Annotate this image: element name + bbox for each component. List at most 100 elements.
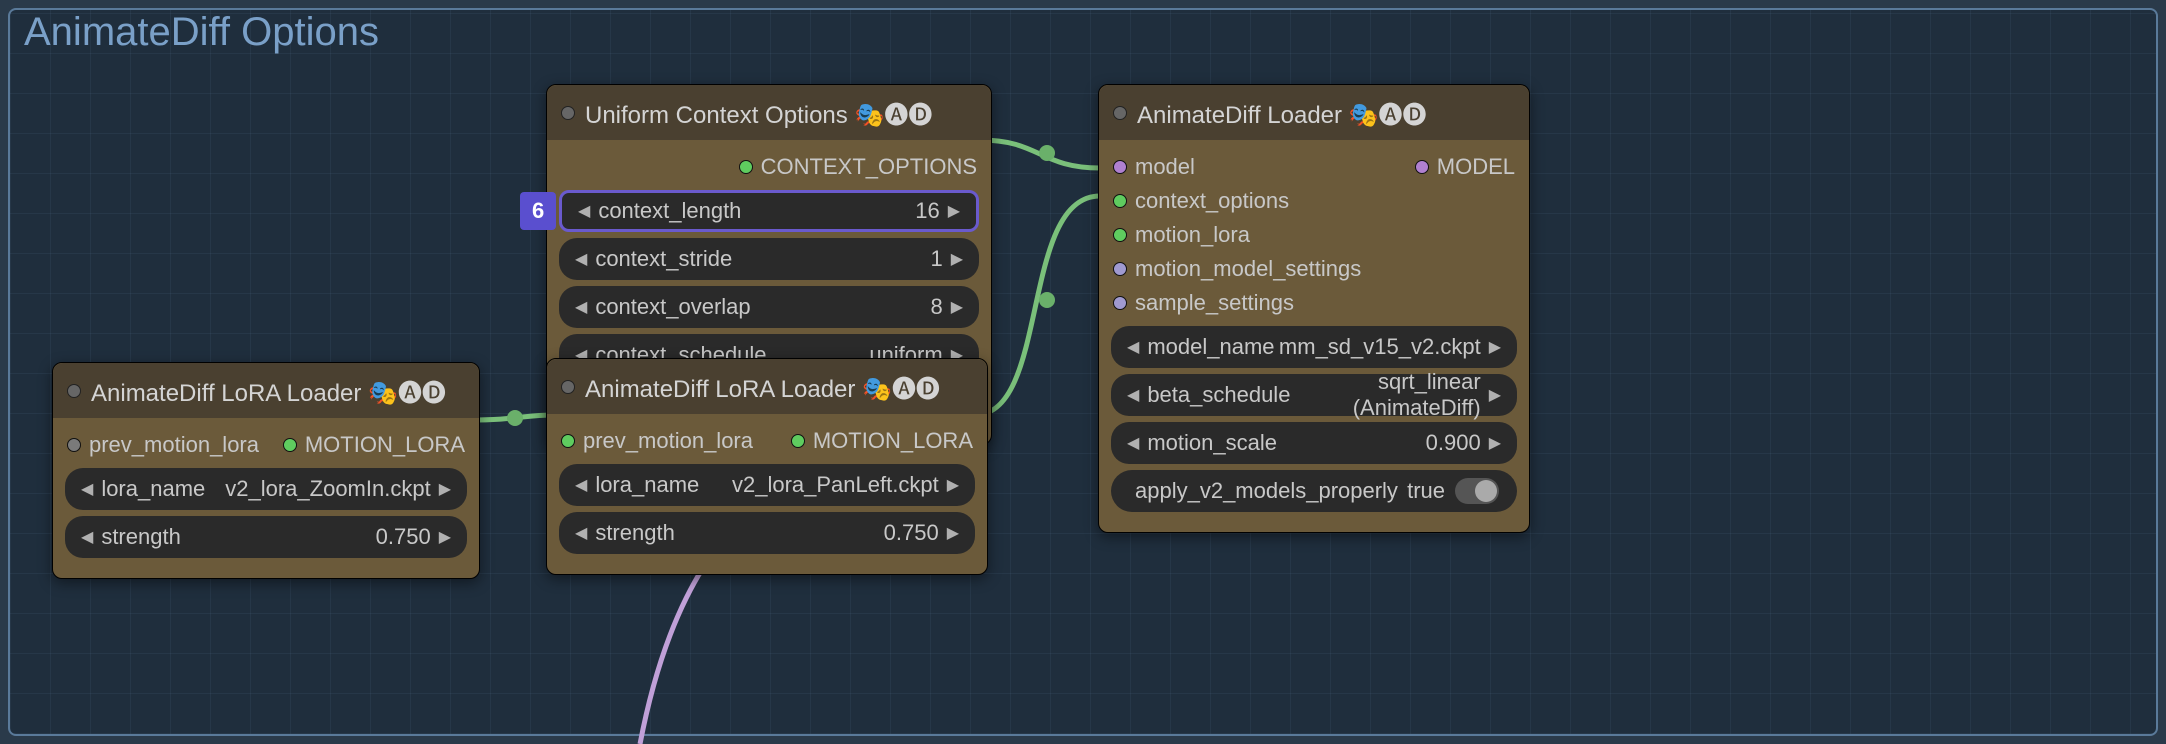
node-lora-loader-1[interactable]: AnimateDiff LoRA Loader 🎭🅐🅓 prev_motion_…: [52, 362, 480, 579]
decrement-icon[interactable]: ◀: [79, 527, 95, 547]
input-label: model: [1135, 154, 1195, 180]
input-motion-lora[interactable]: motion_lora: [1113, 222, 1250, 248]
widget-label: apply_v2_models_properly: [1135, 478, 1398, 504]
widget-strength[interactable]: ◀ strength 0.750 ▶: [559, 512, 975, 554]
port-dot-icon[interactable]: [1113, 194, 1127, 208]
decrement-icon[interactable]: ◀: [1125, 385, 1141, 405]
port-dot-icon[interactable]: [1415, 160, 1429, 174]
input-prev-motion-lora[interactable]: prev_motion_lora: [561, 428, 753, 454]
output-label: MOTION_LORA: [305, 432, 465, 458]
increment-icon[interactable]: ▶: [945, 475, 961, 495]
node-body: prev_motion_lora MOTION_LORA ◀ lora_name…: [547, 414, 987, 574]
node-title: AnimateDiff LoRA Loader 🎭🅐🅓: [91, 373, 465, 408]
increment-icon[interactable]: ▶: [946, 201, 962, 221]
output-label: MOTION_LORA: [813, 428, 973, 454]
widget-motion-scale[interactable]: ◀ motion_scale 0.900 ▶: [1111, 422, 1517, 464]
node-header[interactable]: Uniform Context Options 🎭🅐🅓: [547, 85, 991, 140]
widget-label: motion_scale: [1147, 430, 1425, 456]
node-header[interactable]: AnimateDiff LoRA Loader 🎭🅐🅓: [547, 359, 987, 414]
collapse-dot-icon[interactable]: [67, 384, 81, 398]
output-motion-lora[interactable]: MOTION_LORA: [791, 428, 973, 454]
widget-value[interactable]: 8: [930, 294, 942, 320]
decrement-icon[interactable]: ◀: [573, 249, 589, 269]
decrement-icon[interactable]: ◀: [576, 201, 592, 221]
node-header[interactable]: AnimateDiff Loader 🎭🅐🅓: [1099, 85, 1529, 140]
node-animatediff-loader[interactable]: AnimateDiff Loader 🎭🅐🅓 model MODEL conte…: [1098, 84, 1530, 533]
widget-value[interactable]: v2_lora_PanLeft.ckpt: [732, 472, 939, 498]
port-dot-icon[interactable]: [561, 434, 575, 448]
output-model[interactable]: MODEL: [1415, 154, 1515, 180]
input-label: context_options: [1135, 188, 1289, 214]
increment-icon[interactable]: ▶: [1487, 385, 1503, 405]
output-label: MODEL: [1437, 154, 1515, 180]
collapse-dot-icon[interactable]: [561, 380, 575, 394]
node-title: AnimateDiff Loader 🎭🅐🅓: [1137, 95, 1515, 130]
input-label: motion_lora: [1135, 222, 1250, 248]
port-dot-icon[interactable]: [283, 438, 297, 452]
port-dot-icon[interactable]: [1113, 262, 1127, 276]
widget-value[interactable]: v2_lora_ZoomIn.ckpt: [225, 476, 430, 502]
port-dot-icon[interactable]: [1113, 228, 1127, 242]
widget-label: lora_name: [595, 472, 732, 498]
node-lora-loader-2[interactable]: AnimateDiff LoRA Loader 🎭🅐🅓 prev_motion_…: [546, 358, 988, 575]
input-label: sample_settings: [1135, 290, 1294, 316]
input-motion-model-settings[interactable]: motion_model_settings: [1113, 256, 1361, 282]
output-motion-lora[interactable]: MOTION_LORA: [283, 432, 465, 458]
toggle-icon[interactable]: [1455, 478, 1499, 504]
port-dot-icon[interactable]: [67, 438, 81, 452]
output-context-options[interactable]: CONTEXT_OPTIONS: [739, 154, 977, 180]
widget-value[interactable]: 0.750: [884, 520, 939, 546]
widget-label: lora_name: [101, 476, 225, 502]
port-dot-icon[interactable]: [739, 160, 753, 174]
widget-label: context_stride: [595, 246, 930, 272]
widget-label: strength: [101, 524, 375, 550]
increment-icon[interactable]: ▶: [945, 523, 961, 543]
input-prev-motion-lora[interactable]: prev_motion_lora: [67, 432, 259, 458]
decrement-icon[interactable]: ◀: [573, 475, 589, 495]
widget-value[interactable]: 16: [915, 198, 939, 224]
decrement-icon[interactable]: ◀: [573, 523, 589, 543]
increment-icon[interactable]: ▶: [437, 479, 453, 499]
increment-icon[interactable]: ▶: [437, 527, 453, 547]
widget-context-overlap[interactable]: ◀ context_overlap 8 ▶: [559, 286, 979, 328]
widget-value[interactable]: sqrt_linear (AnimateDiff): [1290, 369, 1480, 421]
node-title: AnimateDiff LoRA Loader 🎭🅐🅓: [585, 369, 973, 404]
queue-badge: 6: [520, 192, 556, 230]
port-dot-icon[interactable]: [1113, 296, 1127, 310]
widget-context-stride[interactable]: ◀ context_stride 1 ▶: [559, 238, 979, 280]
decrement-icon[interactable]: ◀: [573, 297, 589, 317]
increment-icon[interactable]: ▶: [1487, 433, 1503, 453]
port-dot-icon[interactable]: [791, 434, 805, 448]
widget-label: beta_schedule: [1147, 382, 1290, 408]
decrement-icon[interactable]: ◀: [1125, 433, 1141, 453]
widget-value[interactable]: 1: [930, 246, 942, 272]
collapse-dot-icon[interactable]: [561, 106, 575, 120]
decrement-icon[interactable]: ◀: [79, 479, 95, 499]
widget-model-name[interactable]: ◀ model_name mm_sd_v15_v2.ckpt ▶: [1111, 326, 1517, 368]
widget-value[interactable]: mm_sd_v15_v2.ckpt: [1279, 334, 1481, 360]
collapse-dot-icon[interactable]: [1113, 106, 1127, 120]
node-body: model MODEL context_options motion_lora …: [1099, 140, 1529, 532]
widget-apply-v2[interactable]: apply_v2_models_properly true: [1111, 470, 1517, 512]
increment-icon[interactable]: ▶: [949, 297, 965, 317]
widget-lora-name[interactable]: ◀ lora_name v2_lora_ZoomIn.ckpt ▶: [65, 468, 467, 510]
widget-label: strength: [595, 520, 883, 546]
input-label: motion_model_settings: [1135, 256, 1361, 282]
widget-value[interactable]: 0.750: [376, 524, 431, 550]
widget-lora-name[interactable]: ◀ lora_name v2_lora_PanLeft.ckpt ▶: [559, 464, 975, 506]
port-dot-icon[interactable]: [1113, 160, 1127, 174]
increment-icon[interactable]: ▶: [949, 249, 965, 269]
node-title: Uniform Context Options 🎭🅐🅓: [585, 95, 977, 130]
input-context-options[interactable]: context_options: [1113, 188, 1289, 214]
increment-icon[interactable]: ▶: [1487, 337, 1503, 357]
decrement-icon[interactable]: ◀: [1125, 337, 1141, 357]
widget-context-length[interactable]: 6 ◀ context_length 16 ▶: [559, 190, 979, 232]
widget-strength[interactable]: ◀ strength 0.750 ▶: [65, 516, 467, 558]
widget-label: context_overlap: [595, 294, 930, 320]
widget-value[interactable]: 0.900: [1426, 430, 1481, 456]
input-sample-settings[interactable]: sample_settings: [1113, 290, 1294, 316]
widget-label: model_name: [1147, 334, 1279, 360]
node-header[interactable]: AnimateDiff LoRA Loader 🎭🅐🅓: [53, 363, 479, 418]
input-model[interactable]: model: [1113, 154, 1195, 180]
widget-beta-schedule[interactable]: ◀ beta_schedule sqrt_linear (AnimateDiff…: [1111, 374, 1517, 416]
